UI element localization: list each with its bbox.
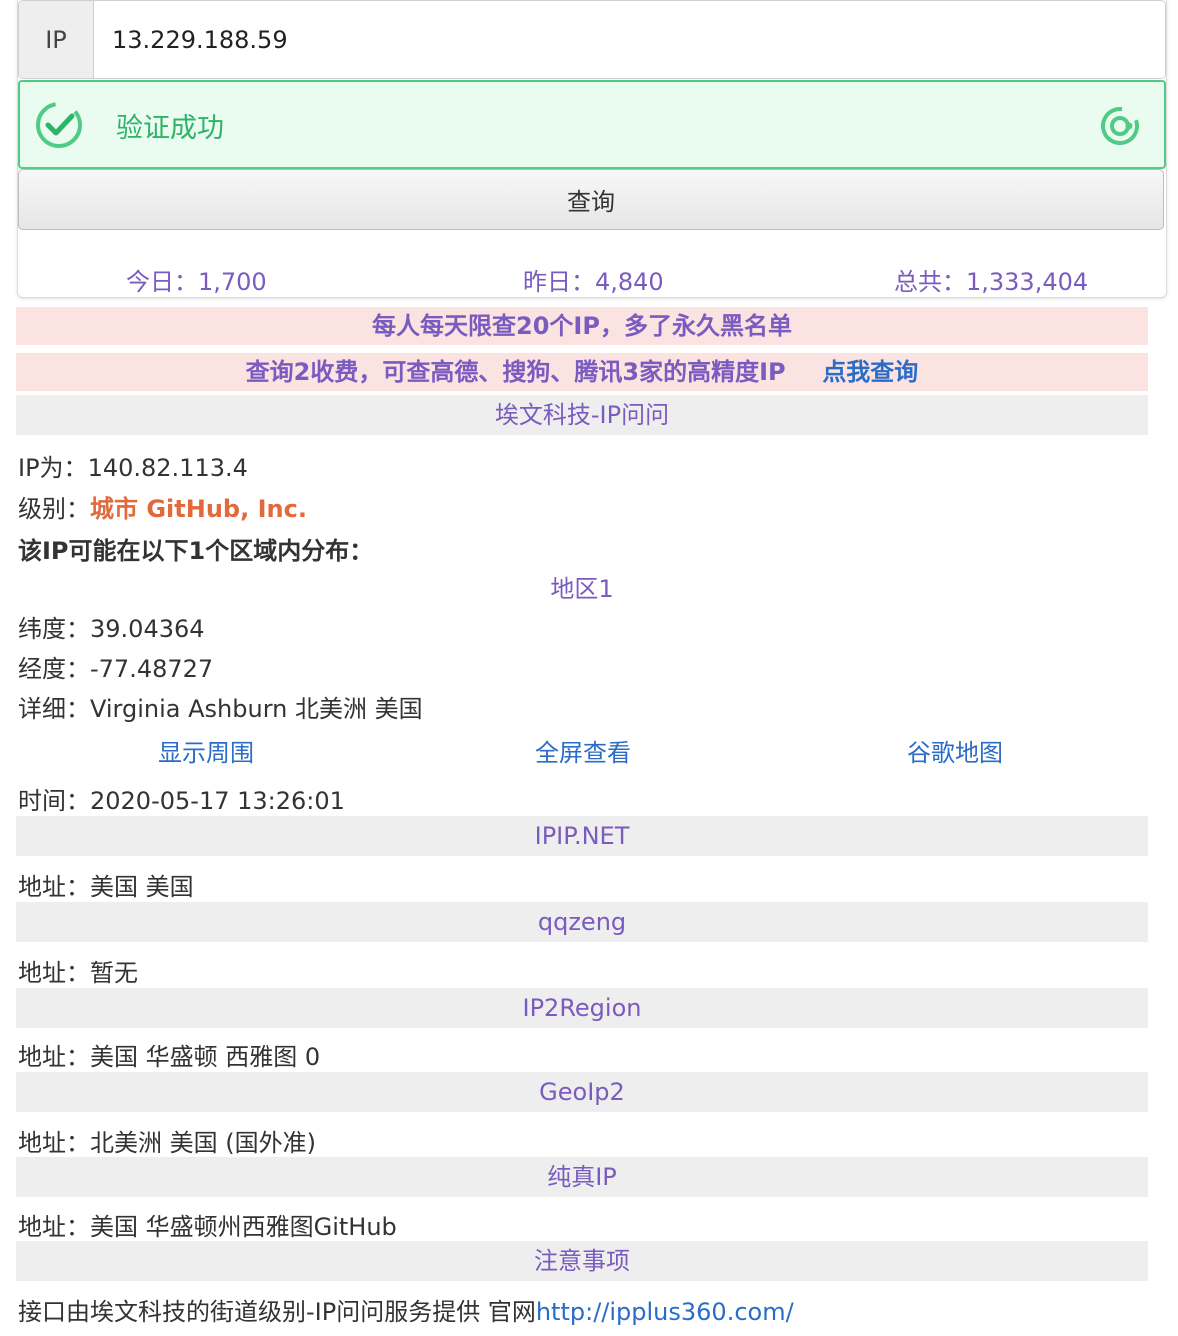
google-map-link[interactable]: 谷歌地图 <box>907 733 1003 768</box>
detail-label: 详细： <box>18 695 90 723</box>
geoip2-address: 北美洲 美国 (国外准) <box>90 1129 316 1157</box>
limit-notice: 每人每天限查20个IP，多了永久黑名单 <box>16 307 1148 345</box>
section-geoip2: GeoIp2 <box>16 1072 1148 1112</box>
region-title: 地区1 <box>550 575 614 603</box>
detail-row: 详细：Virginia Ashburn 北美洲 美国 <box>18 689 423 724</box>
geoip2-address-row: 地址：北美洲 美国 (国外准) <box>18 1123 316 1158</box>
section-notes: 注意事项 <box>16 1241 1148 1281</box>
ip-value: 140.82.113.4 <box>87 454 248 482</box>
time-row: 时间：2020-05-17 13:26:01 <box>18 781 345 816</box>
detail-value: Virginia Ashburn 北美洲 美国 <box>90 695 423 723</box>
ipip-address-row: 地址：美国 美国 <box>18 867 194 902</box>
latitude-value: 39.04364 <box>90 615 205 643</box>
stat-today: 今日：1,700 <box>126 268 267 296</box>
address-label: 地址： <box>18 1043 90 1071</box>
longitude-row: 经度：-77.48727 <box>18 649 213 684</box>
footer-text: 接口由埃文科技的街道级别-IP问问服务提供 官网 <box>18 1298 536 1326</box>
section-qqzeng: qqzeng <box>16 902 1148 942</box>
qqzeng-address: 暂无 <box>90 959 138 987</box>
time-value: 2020-05-17 13:26:01 <box>90 787 345 815</box>
address-label: 地址： <box>18 959 90 987</box>
captcha-logo-icon[interactable] <box>1098 104 1142 148</box>
qqzeng-address-row: 地址：暂无 <box>18 953 138 988</box>
section-aiwen: 埃文科技-IP问问 <box>16 395 1148 435</box>
ip-label: IP为： <box>18 454 88 482</box>
verify-status-text: 验证成功 <box>116 113 224 144</box>
level-label: 级别： <box>18 495 90 523</box>
ip2region-address: 美国 华盛顿 西雅图 0 <box>90 1043 321 1071</box>
ip-input[interactable] <box>94 1 1165 78</box>
ipip-address: 美国 美国 <box>90 873 194 901</box>
ip-addon-label: IP <box>19 1 94 78</box>
latitude-row: 纬度：39.04364 <box>18 609 205 644</box>
section-chunzhen: 纯真IP <box>16 1157 1148 1197</box>
address-label: 地址： <box>18 1129 90 1157</box>
ip2region-address-row: 地址：美国 华盛顿 西雅图 0 <box>18 1037 320 1072</box>
paid-notice: 查询2收费，可查高德、搜狗、腾讯3家的高精度IP 点我查询 <box>16 353 1148 391</box>
chunzhen-address: 美国 华盛顿州西雅图GitHub <box>90 1213 397 1241</box>
captcha-verify-box[interactable]: 验证成功 <box>18 80 1166 169</box>
ip-input-group: IP <box>18 0 1166 79</box>
chunzhen-address-row: 地址：美国 华盛顿州西雅图GitHub <box>18 1207 397 1242</box>
distribution-heading: 该IP可能在以下1个区域内分布： <box>18 537 374 565</box>
check-circle-icon <box>36 102 82 148</box>
query-panel: IP 验证成功 查询 今日：1,700 昨日：4,840 总共：1,333,40… <box>17 0 1167 298</box>
section-ipip: IPIP.NET <box>16 816 1148 856</box>
section-ip2region: IP2Region <box>16 988 1148 1028</box>
fullscreen-link[interactable]: 全屏查看 <box>535 733 631 768</box>
stat-yesterday: 昨日：4,840 <box>523 268 664 296</box>
stat-total: 总共：1,333,404 <box>894 268 1089 296</box>
time-label: 时间： <box>18 787 90 815</box>
ip-row: IP为：140.82.113.4 <box>18 448 248 483</box>
paid-notice-text: 查询2收费，可查高德、搜狗、腾讯3家的高精度IP <box>245 358 786 386</box>
address-label: 地址： <box>18 873 90 901</box>
query-button[interactable]: 查询 <box>18 169 1164 230</box>
level-value: 城市 GitHub, Inc. <box>90 495 307 523</box>
latitude-label: 纬度： <box>18 615 90 643</box>
paid-query-link[interactable]: 点我查询 <box>822 358 918 386</box>
official-site-link[interactable]: http://ipplus360.com/ <box>536 1298 794 1326</box>
address-label: 地址： <box>18 1213 90 1241</box>
longitude-value: -77.48727 <box>90 655 214 683</box>
longitude-label: 经度： <box>18 655 90 683</box>
footer-row: 接口由埃文科技的街道级别-IP问问服务提供 官网http://ipplus360… <box>18 1292 794 1327</box>
show-nearby-link[interactable]: 显示周围 <box>158 733 254 768</box>
level-row: 级别：城市 GitHub, Inc. <box>18 489 307 524</box>
